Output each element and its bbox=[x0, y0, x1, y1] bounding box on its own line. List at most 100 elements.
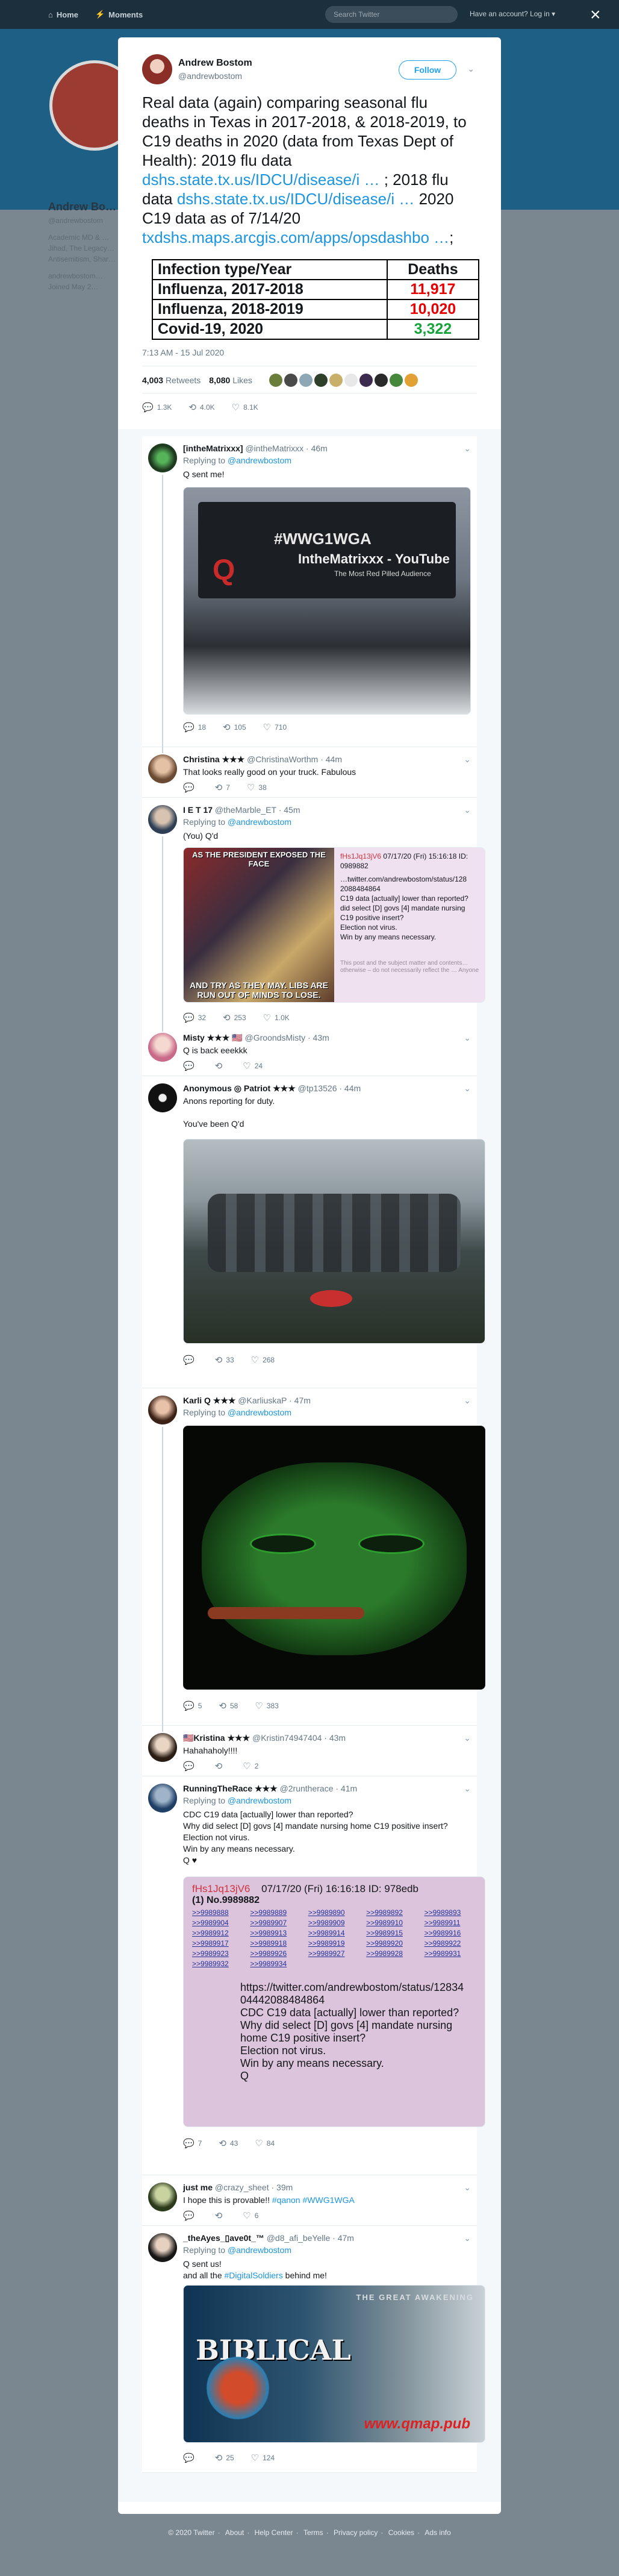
reply-author[interactable]: [intheMatrixxx] @intheMatrixxx · 46m bbox=[183, 443, 328, 453]
reply-media-image[interactable]: AS THE PRESIDENT EXPOSED THE FACE AND TR… bbox=[183, 847, 485, 1003]
reply-tweet[interactable]: Anonymous ◎ Patriot ★★★ @tp13526 · 44m ⌄… bbox=[142, 1076, 485, 1388]
reply-author[interactable]: Anonymous ◎ Patriot ★★★ @tp13526 · 44m bbox=[183, 1083, 361, 1094]
retweet-button[interactable]: ⟲ 105 bbox=[223, 722, 246, 733]
likes-stat[interactable]: 8,080 Likes bbox=[209, 375, 252, 385]
reply-tweet[interactable]: [intheMatrixxx] @intheMatrixxx · 46m ⌄ R… bbox=[142, 436, 477, 747]
tweet-link[interactable]: dshs.state.tx.us/IDCU/disease/i … bbox=[142, 171, 379, 189]
reply-author[interactable]: Karli Q ★★★ @KarliuskaP · 47m bbox=[183, 1396, 311, 1406]
reply-avatar[interactable] bbox=[148, 2233, 177, 2262]
reply-media-image[interactable]: fHs1Jq13jV6 07/17/20 (Fri) 16:16:18 ID: … bbox=[183, 1876, 485, 2127]
like-button[interactable]: ♡ 2 bbox=[243, 1761, 258, 1772]
hashtag-link[interactable]: #qanon #WWG1WGA bbox=[272, 2195, 355, 2205]
reply-button[interactable]: 💬 bbox=[183, 2452, 198, 2463]
reply-author[interactable]: just me @crazy_sheet · 39m bbox=[183, 2183, 293, 2192]
like-button[interactable]: ♡ 8.1K bbox=[232, 402, 258, 413]
footer-ads[interactable]: Ads info bbox=[425, 2528, 450, 2537]
chevron-down-icon[interactable]: ⌄ bbox=[467, 64, 474, 74]
reply-avatar[interactable] bbox=[148, 805, 177, 834]
reply-avatar[interactable] bbox=[148, 1083, 177, 1112]
reply-author[interactable]: _theAyes_▯ave0t_™ @d8_afi_beYelle · 47m bbox=[183, 2233, 354, 2243]
liker-avatar[interactable] bbox=[404, 374, 418, 387]
like-button[interactable]: ♡ 84 bbox=[255, 2138, 275, 2149]
retweets-stat[interactable]: 4,003 Retweets bbox=[142, 375, 201, 385]
reply-avatar[interactable] bbox=[148, 754, 177, 783]
liker-avatar[interactable] bbox=[389, 374, 403, 387]
reply-button[interactable]: 💬 32 bbox=[183, 1012, 206, 1023]
like-button[interactable]: ♡ 38 bbox=[247, 782, 267, 793]
footer-help[interactable]: Help Center bbox=[255, 2528, 293, 2537]
chevron-down-icon[interactable]: ⌄ bbox=[464, 443, 471, 454]
liker-avatar[interactable] bbox=[269, 374, 282, 387]
mention-link[interactable]: @andrewbostom bbox=[228, 456, 291, 465]
hashtag-link[interactable]: #DigitalSoldiers bbox=[225, 2270, 283, 2280]
login-link[interactable]: Have an account? Log in ▾ bbox=[470, 10, 555, 18]
like-button[interactable]: ♡ 6 bbox=[243, 2210, 258, 2221]
tweet-timestamp[interactable]: 7:13 AM - 15 Jul 2020 bbox=[142, 348, 224, 357]
reply-tweet[interactable]: Misty ★★★ 🇺🇸 @GroondsMisty · 43m ⌄ Q is … bbox=[142, 1026, 477, 1076]
tweet-link[interactable]: dshs.state.tx.us/IDCU/disease/i … bbox=[177, 190, 414, 208]
reply-author[interactable]: 🇺🇸Kristina ★★★ @Kristin74947404 · 43m bbox=[183, 1733, 346, 1743]
like-button[interactable]: ♡ 124 bbox=[251, 2452, 275, 2463]
chevron-down-icon[interactable]: ⌄ bbox=[464, 754, 471, 765]
reply-avatar[interactable] bbox=[148, 1784, 177, 1813]
reply-button[interactable]: 💬 bbox=[183, 1355, 198, 1365]
reply-media-image[interactable]: THE GREAT AWAKENING BIBLICAL www.qmap.pu… bbox=[183, 2285, 485, 2443]
reply-tweet[interactable]: I E T 17 @theMarble_ET · 45m ⌄ Replying … bbox=[142, 798, 485, 1056]
nav-home[interactable]: ⌂ Home bbox=[48, 10, 78, 19]
reply-button[interactable]: 💬 18 bbox=[183, 722, 206, 733]
liker-avatar[interactable] bbox=[359, 374, 373, 387]
like-button[interactable]: ♡ 268 bbox=[251, 1355, 275, 1365]
liker-avatar[interactable] bbox=[329, 374, 343, 387]
author-avatar[interactable] bbox=[142, 54, 172, 84]
reply-button[interactable]: 💬 1.3K bbox=[142, 402, 172, 413]
search-input[interactable]: Search Twitter bbox=[325, 6, 458, 23]
liker-avatar[interactable] bbox=[299, 374, 313, 387]
retweet-button[interactable]: ⟲ 33 bbox=[215, 1355, 234, 1365]
nav-moments[interactable]: ⚡ Moments bbox=[95, 10, 143, 19]
close-icon[interactable]: × bbox=[590, 6, 601, 24]
liker-avatar[interactable] bbox=[344, 374, 358, 387]
mention-link[interactable]: @andrewbostom bbox=[228, 2245, 291, 2255]
liker-avatar[interactable] bbox=[284, 374, 297, 387]
profile-link[interactable]: andrewbostom… bbox=[48, 271, 120, 281]
retweet-button[interactable]: ⟲ bbox=[215, 1061, 226, 1071]
liker-avatar[interactable] bbox=[314, 374, 328, 387]
reply-author[interactable]: RunningTheRace ★★★ @2runtherace · 41m bbox=[183, 1784, 357, 1794]
reply-author[interactable]: Christina ★★★ @ChristinaWorthm · 44m bbox=[183, 754, 342, 765]
chevron-down-icon[interactable]: ⌄ bbox=[464, 2183, 471, 2193]
reply-avatar[interactable] bbox=[148, 1733, 177, 1762]
chevron-down-icon[interactable]: ⌄ bbox=[464, 1733, 471, 1743]
retweet-button[interactable]: ⟲ bbox=[215, 1761, 226, 1772]
reply-button[interactable]: 💬 5 bbox=[183, 1700, 202, 1711]
like-button[interactable]: ♡ 383 bbox=[255, 1700, 278, 1711]
chevron-down-icon[interactable]: ⌄ bbox=[464, 1033, 471, 1043]
author-name[interactable]: Andrew Bostom bbox=[178, 58, 252, 69]
mention-link[interactable]: @andrewbostom bbox=[228, 1796, 291, 1805]
reply-button[interactable]: 💬 7 bbox=[183, 2138, 202, 2149]
mention-link[interactable]: @andrewbostom bbox=[228, 817, 291, 827]
reply-button[interactable]: 💬 bbox=[183, 2210, 198, 2221]
like-button[interactable]: ♡ 1.0K bbox=[263, 1012, 290, 1023]
reply-media-image[interactable] bbox=[183, 1426, 485, 1690]
reply-tweet[interactable]: just me @crazy_sheet · 39m ⌄ I hope this… bbox=[142, 2175, 477, 2226]
like-button[interactable]: ♡ 24 bbox=[243, 1061, 263, 1071]
like-button[interactable]: ♡ 710 bbox=[263, 722, 287, 733]
retweet-button[interactable]: ⟲ 7 bbox=[215, 782, 230, 793]
chevron-down-icon[interactable]: ⌄ bbox=[464, 1784, 471, 1794]
reply-avatar[interactable] bbox=[148, 443, 177, 472]
reply-button[interactable]: 💬 bbox=[183, 1061, 198, 1071]
reply-tweet[interactable]: 🇺🇸Kristina ★★★ @Kristin74947404 · 43m ⌄ … bbox=[142, 1726, 477, 1776]
reply-avatar[interactable] bbox=[148, 1033, 177, 1062]
reply-button[interactable]: 💬 bbox=[183, 1761, 198, 1772]
chevron-down-icon[interactable]: ⌄ bbox=[464, 1083, 471, 1094]
reply-tweet[interactable]: _theAyes_▯ave0t_™ @d8_afi_beYelle · 47m … bbox=[142, 2226, 485, 2473]
retweet-button[interactable]: ⟲ 253 bbox=[223, 1012, 246, 1023]
reply-tweet[interactable]: RunningTheRace ★★★ @2runtherace · 41m ⌄ … bbox=[142, 1776, 485, 2175]
footer-terms[interactable]: Terms bbox=[303, 2528, 323, 2537]
chevron-down-icon[interactable]: ⌄ bbox=[464, 805, 471, 815]
chevron-down-icon[interactable]: ⌄ bbox=[464, 1396, 471, 1406]
author-handle[interactable]: @andrewbostom bbox=[178, 71, 242, 81]
tweet-link[interactable]: txdshs.maps.arcgis.com/apps/opsdashbo … bbox=[142, 228, 449, 246]
retweet-button[interactable]: ⟲ 58 bbox=[219, 1700, 238, 1711]
retweet-button[interactable]: ⟲ bbox=[215, 2210, 226, 2221]
